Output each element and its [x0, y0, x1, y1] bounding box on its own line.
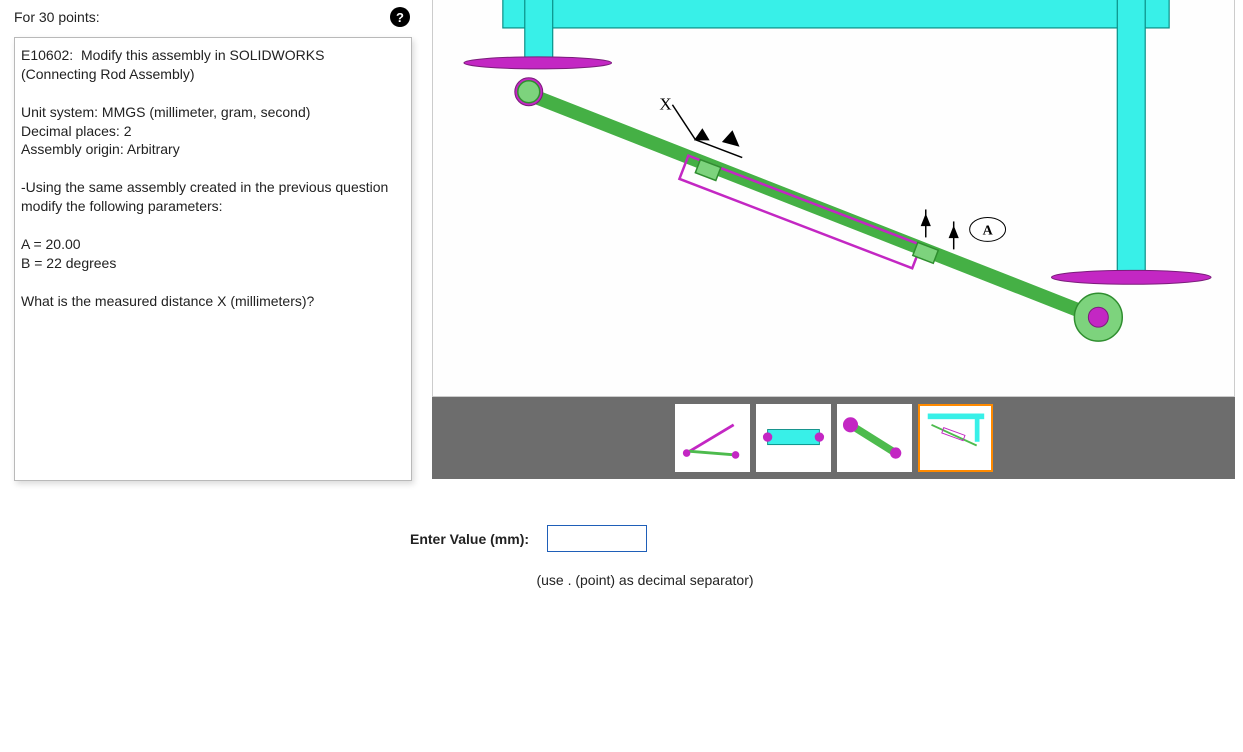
- help-icon[interactable]: ?: [390, 7, 410, 27]
- points-row: For 30 points: ?: [14, 3, 412, 31]
- thumbnail-2[interactable]: [756, 404, 831, 472]
- answer-area: Enter Value (mm): (use . (point) as deci…: [410, 525, 810, 588]
- thumbnail-bar: [432, 397, 1235, 479]
- thumbnail-1[interactable]: [675, 404, 750, 472]
- main-figure[interactable]: X A: [432, 0, 1235, 397]
- points-label: For 30 points:: [14, 9, 100, 25]
- answer-label: Enter Value (mm):: [410, 531, 529, 547]
- answer-hint: (use . (point) as decimal separator): [490, 572, 800, 588]
- question-panel: For 30 points: ? E10602: Modify this ass…: [14, 3, 412, 481]
- thumbnail-4[interactable]: [918, 404, 993, 472]
- figure-panel: X A: [432, 0, 1235, 479]
- dimension-a-label: A: [983, 223, 993, 238]
- question-text: E10602: Modify this assembly in SOLIDWOR…: [14, 37, 412, 481]
- dimension-x-label: X: [659, 95, 671, 114]
- thumbnail-3[interactable]: [837, 404, 912, 472]
- answer-input[interactable]: [547, 525, 647, 552]
